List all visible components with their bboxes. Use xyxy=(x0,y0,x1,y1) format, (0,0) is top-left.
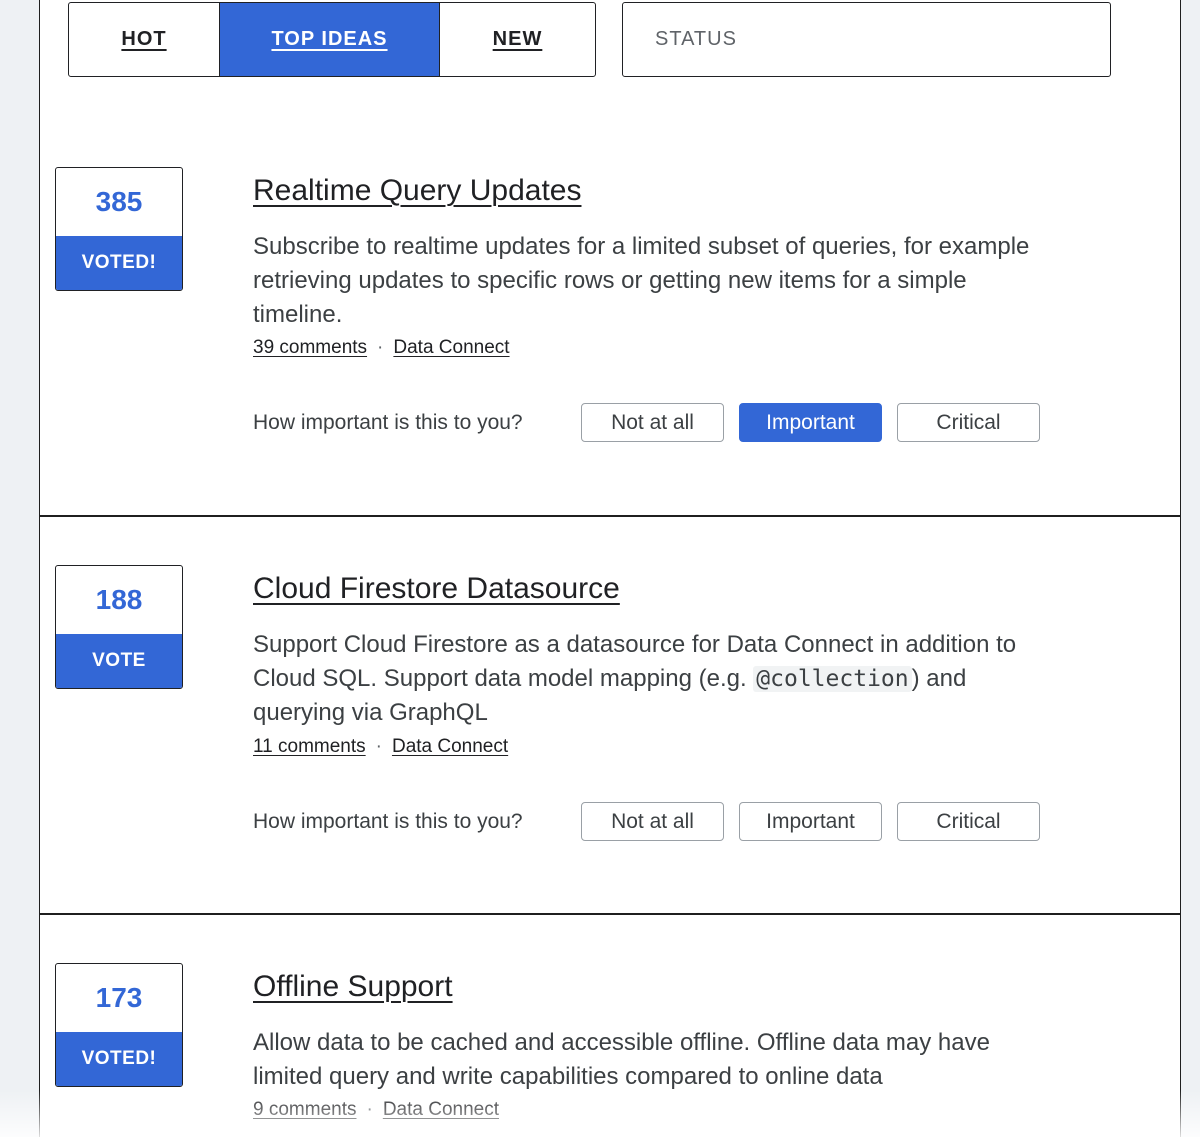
meta-separator: · xyxy=(377,337,384,358)
importance-critical-button[interactable]: Critical xyxy=(897,802,1040,841)
tab-top-ideas[interactable]: TOP IDEAS xyxy=(220,3,440,76)
idea-title[interactable]: Offline Support xyxy=(253,970,453,1004)
importance-not-at-all-button[interactable]: Not at all xyxy=(581,403,724,442)
idea-title[interactable]: Cloud Firestore Datasource xyxy=(253,572,620,606)
category-link[interactable]: Data Connect xyxy=(392,736,508,758)
sort-tabs: HOT TOP IDEAS NEW xyxy=(68,2,596,77)
importance-prompt: How important is this to you? xyxy=(253,809,523,833)
vote-count: 188 xyxy=(95,584,143,615)
comments-link[interactable]: 9 comments xyxy=(253,1099,356,1121)
status-dropdown-placeholder: STATUS xyxy=(655,28,737,50)
meta-separator: · xyxy=(375,736,382,757)
tab-new[interactable]: NEW xyxy=(440,3,595,76)
tab-hot[interactable]: HOT xyxy=(69,3,220,76)
comments-link[interactable]: 11 comments xyxy=(253,736,366,758)
vote-box: 173 VOTED! xyxy=(55,963,183,1087)
comments-link[interactable]: 39 comments xyxy=(253,337,367,359)
idea-divider xyxy=(40,515,1181,517)
idea-meta: 39 comments · Data Connect xyxy=(253,337,510,359)
vote-box: 188 VOTE xyxy=(55,565,183,689)
importance-critical-button[interactable]: Critical xyxy=(897,403,1040,442)
vote-count: 385 xyxy=(95,186,143,217)
importance-row: How important is this to you? Not at all… xyxy=(253,403,1055,442)
importance-important-button[interactable]: Important xyxy=(739,802,882,841)
idea-title[interactable]: Realtime Query Updates xyxy=(253,174,581,208)
meta-separator: · xyxy=(366,1099,373,1120)
importance-row: How important is this to you? Not at all… xyxy=(253,802,1055,841)
vote-button[interactable]: VOTE xyxy=(56,634,182,688)
vote-box: 385 VOTED! xyxy=(55,167,183,291)
category-link[interactable]: Data Connect xyxy=(393,337,509,359)
idea-description: Allow data to be cached and accessible o… xyxy=(253,1029,990,1090)
idea-description: Support Cloud Firestore as a datasource … xyxy=(253,628,1053,730)
idea-description: Subscribe to realtime updates for a limi… xyxy=(253,233,1030,328)
vote-button[interactable]: VOTED! xyxy=(56,236,182,290)
idea-meta: 11 comments · Data Connect xyxy=(253,736,508,758)
idea-divider xyxy=(40,913,1181,915)
idea-meta: 9 comments · Data Connect xyxy=(253,1099,499,1121)
importance-important-button[interactable]: Important xyxy=(739,403,882,442)
category-link[interactable]: Data Connect xyxy=(383,1099,499,1121)
status-dropdown[interactable]: STATUS xyxy=(622,2,1111,77)
vote-count: 173 xyxy=(95,982,143,1013)
importance-not-at-all-button[interactable]: Not at all xyxy=(581,802,724,841)
vote-button[interactable]: VOTED! xyxy=(56,1032,182,1086)
code-snippet: @collection xyxy=(753,666,912,692)
importance-prompt: How important is this to you? xyxy=(253,410,523,434)
ideas-panel xyxy=(39,0,1181,1137)
